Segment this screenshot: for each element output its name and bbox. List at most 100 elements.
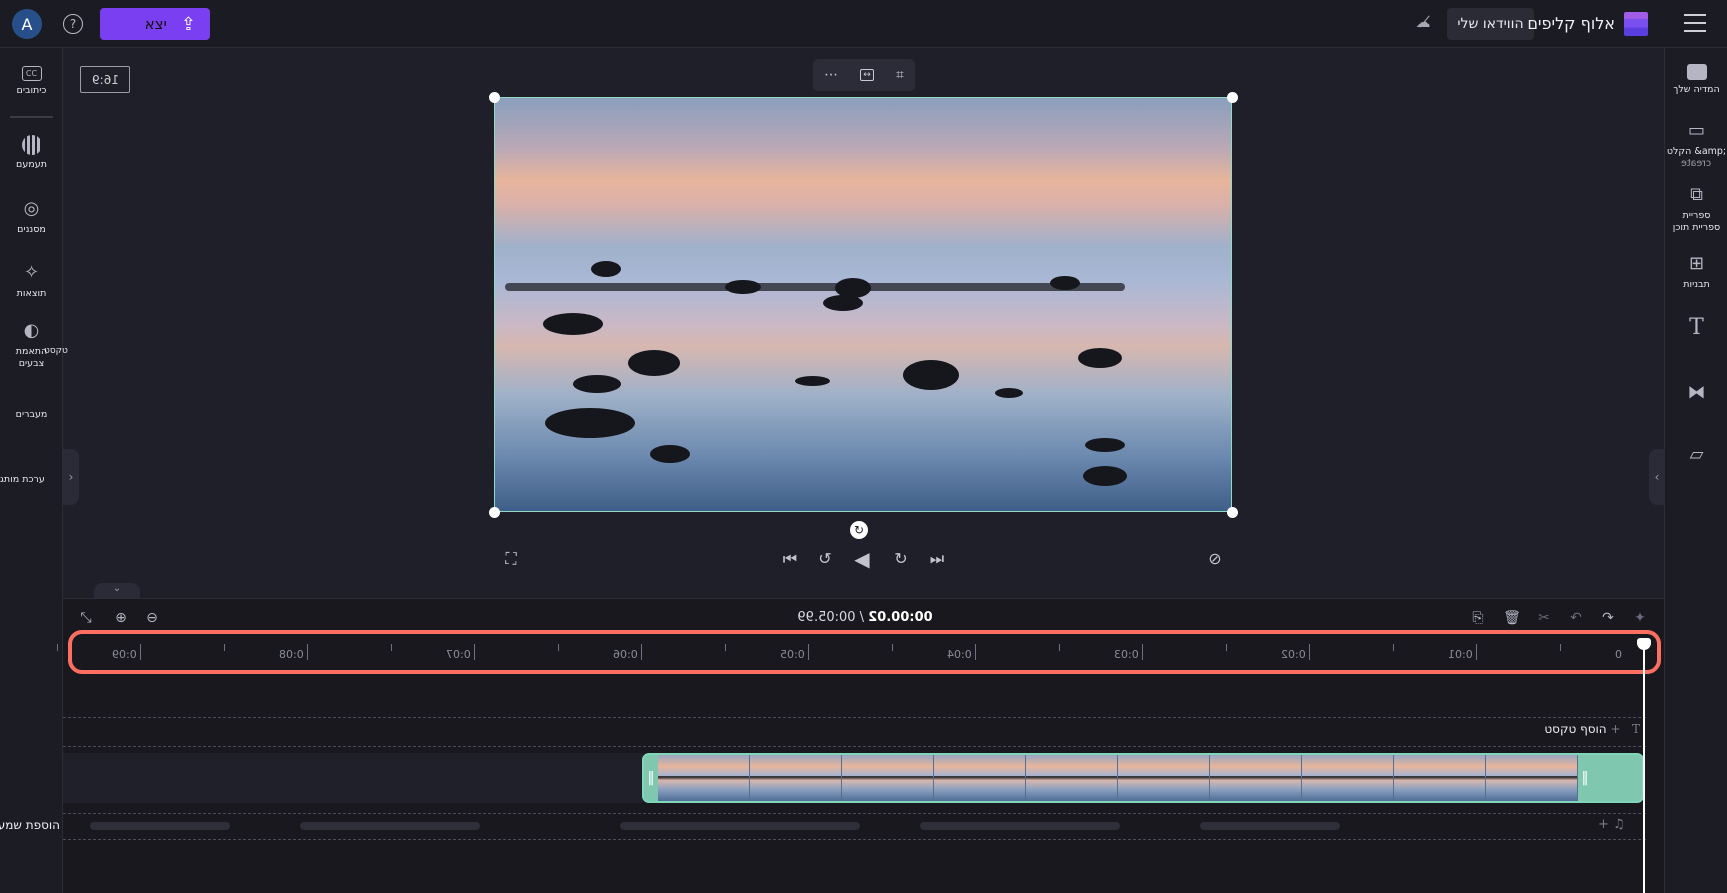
ruler-major-tick xyxy=(140,644,141,660)
total-time: 00:05.99 xyxy=(797,610,856,625)
fullscreen-icon[interactable]: ⛶ xyxy=(500,549,522,569)
sidebar-item-record-create[interactable]: ▭ הקלט &amp; create xyxy=(1665,120,1727,170)
sidebar-sublabel: create xyxy=(1681,158,1712,169)
resize-handle[interactable] xyxy=(489,92,500,103)
ruler-label: 0:06 xyxy=(613,648,638,661)
ruler-minor-tick xyxy=(557,644,559,651)
camera-icon: ▭ xyxy=(1687,120,1705,141)
sidebar-label: תבניות xyxy=(1683,279,1710,290)
expand-left-panel-button[interactable]: › xyxy=(63,449,79,505)
avatar[interactable]: A xyxy=(12,9,42,39)
crop-icon[interactable]: ⌗ xyxy=(896,67,904,83)
sidebar-item-text[interactable]: T xyxy=(1665,317,1727,343)
sidebar-label: ספריית ספריית תוכן xyxy=(1672,210,1721,233)
right-sidebar: המדיה שלך ▭ הקלט &amp; create ⧉ ספריית ס… xyxy=(1664,48,1727,893)
ruler-minor-tick xyxy=(1058,644,1060,651)
ruler-label: 0:02 xyxy=(1281,648,1306,661)
sidebar-item-templates[interactable]: ⊞ תבניות xyxy=(1665,253,1727,291)
skip-back-icon[interactable]: ⏮ xyxy=(779,549,801,569)
video-preview[interactable] xyxy=(494,97,1232,512)
ruler-minor-tick xyxy=(56,644,58,651)
sidebar-item-filters[interactable]: ◎ מסננים xyxy=(0,198,63,236)
export-label: יצא xyxy=(144,15,167,33)
forward-5-icon[interactable]: ↻ xyxy=(890,549,912,568)
video-clip[interactable]: ‖ ‖ xyxy=(642,753,1644,803)
sidebar-item-fade[interactable]: תעמעם xyxy=(0,135,63,171)
resize-handle[interactable] xyxy=(1227,507,1238,518)
effects-icon: ✧ xyxy=(23,262,40,283)
project-title[interactable]: אלוף קליפים xyxy=(1490,14,1615,33)
more-icon[interactable]: ⋯ xyxy=(824,67,838,83)
stray-label: טקסט xyxy=(44,346,68,356)
export-button[interactable]: יצא ⇪ xyxy=(100,8,210,40)
ruler-label: 0:01 xyxy=(1448,648,1473,661)
ruler-minor-tick xyxy=(1392,644,1394,651)
add-audio-button[interactable]: הוספת שמע xyxy=(0,818,60,832)
scissors-icon[interactable]: ✂ xyxy=(1534,610,1554,626)
expand-right-panel-button[interactable]: ‹ xyxy=(1649,449,1665,505)
trash-icon[interactable]: 🗑 xyxy=(1502,610,1522,626)
ruler-minor-tick xyxy=(724,644,726,651)
magic-icon[interactable]: ✦ xyxy=(1630,610,1650,626)
upload-icon: ⇪ xyxy=(180,13,196,35)
sidebar-item-content-library[interactable]: ⧉ ספריית ספריית תוכן xyxy=(1665,184,1727,234)
resize-handle[interactable] xyxy=(489,507,500,518)
sidebar-item-transitions[interactable]: מעברים xyxy=(0,409,63,421)
templates-icon: ⊞ xyxy=(1688,253,1705,274)
cloud-off-icon[interactable]: ☁̸ xyxy=(1412,13,1434,35)
content-library-icon: ⧉ xyxy=(1690,184,1703,205)
sidebar-item-captions[interactable]: CC כיתובים xyxy=(0,66,63,97)
fit-timeline-icon[interactable]: ⤡ xyxy=(76,610,96,626)
transitions-icon: ⧓ xyxy=(1687,382,1706,403)
sidebar-label: תעמעם xyxy=(16,159,47,170)
sidebar-label: תוצאות xyxy=(16,288,47,299)
track-divider xyxy=(63,717,1646,718)
ruler-minor-tick xyxy=(1225,644,1227,651)
clip-trim-handle-left[interactable]: ‖ xyxy=(644,755,658,801)
play-icon[interactable]: ◀ xyxy=(851,547,873,571)
ruler-label: 0:04 xyxy=(947,648,972,661)
add-audio-plus-icon[interactable]: + ♫ xyxy=(1598,817,1625,832)
sidebar-item-color-adjust[interactable]: ◐ התאמת צבעים xyxy=(0,320,63,370)
text-icon: T xyxy=(1689,315,1704,340)
ruler-major-tick xyxy=(641,644,642,660)
redo-icon[interactable]: ↷ xyxy=(1598,610,1618,626)
track-divider xyxy=(63,746,1646,747)
resize-handle[interactable] xyxy=(1227,92,1238,103)
stickers-icon: ▱ xyxy=(1689,444,1704,465)
add-text-button[interactable]: הוסף טקסט + T xyxy=(1480,722,1640,736)
sidebar-item-brand-kit[interactable]: ערכת מותג xyxy=(0,474,63,486)
add-media-icon[interactable]: ⎘ xyxy=(1468,610,1488,626)
captions-off-icon[interactable]: ⊘ xyxy=(1204,549,1226,568)
ruler-major-tick xyxy=(808,644,809,660)
fade-icon xyxy=(21,135,42,155)
aspect-ratio-button[interactable]: 16:9 xyxy=(80,66,130,93)
captions-icon: CC xyxy=(21,66,42,81)
ruler-major-tick xyxy=(1309,644,1310,660)
skip-forward-icon[interactable]: ⏭ xyxy=(926,549,948,569)
undo-icon[interactable]: ↶ xyxy=(1566,610,1586,626)
sidebar-item-effects[interactable]: ✧ תוצאות xyxy=(0,262,63,300)
ruler-major-tick xyxy=(474,644,475,660)
zoom-in-icon[interactable]: ⊕ xyxy=(111,610,131,626)
collapse-preview-button[interactable]: ⌄ xyxy=(94,583,140,599)
sidebar-label: מעברים xyxy=(15,409,48,420)
color-adjust-icon: ◐ xyxy=(23,320,40,341)
timeline-ruler[interactable]: 0 0:01 0:02 0:03 0:04 0:05 0:06 0:07 0:08 0:09 xyxy=(56,630,1661,674)
preview-toolbar: ⋯ ↔ ⌗ xyxy=(813,59,915,91)
ruler-minor-tick xyxy=(223,644,225,651)
ruler-major-tick xyxy=(1142,644,1143,660)
clip-trim-handle-right[interactable]: ‖ xyxy=(1578,755,1592,801)
zoom-out-icon[interactable]: ⊖ xyxy=(142,610,162,626)
sidebar-item-transitions[interactable]: ⧓ xyxy=(1665,382,1727,408)
ruler-minor-tick xyxy=(1559,644,1561,651)
help-icon[interactable]: ? xyxy=(63,14,83,34)
sidebar-item-your-media[interactable]: המדיה שלך xyxy=(1665,64,1727,96)
hamburger-icon[interactable] xyxy=(1684,14,1706,32)
rotate-icon[interactable]: ↻ xyxy=(850,521,868,539)
divider xyxy=(10,116,53,118)
rewind-5-icon[interactable]: ↺ xyxy=(814,549,836,568)
fit-icon[interactable]: ↔ xyxy=(860,69,874,81)
sidebar-item-stickers[interactable]: ▱ xyxy=(1665,444,1727,470)
playhead[interactable] xyxy=(1643,640,1645,893)
